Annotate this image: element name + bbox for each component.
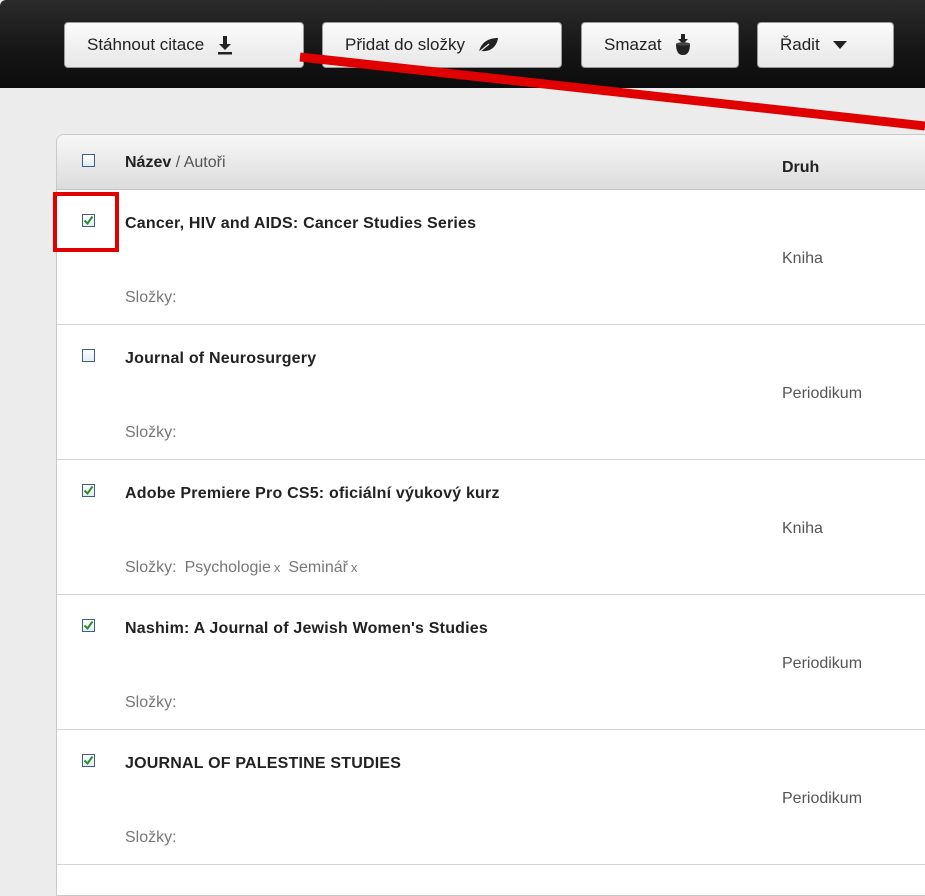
- citation-title[interactable]: Nashim: A Journal of Jewish Women's Stud…: [125, 620, 488, 638]
- authors-column-header[interactable]: Autoři: [184, 154, 226, 171]
- folders-line: Složky:: [125, 424, 177, 442]
- folders-line: Složky: Psychologie x Seminář x: [125, 559, 357, 577]
- row-checkbox[interactable]: [82, 619, 95, 632]
- folders-label: Složky:: [125, 424, 177, 441]
- citation-row: JOURNAL OF PALESTINE STUDIES Periodikum Sl…: [57, 730, 925, 865]
- folders-label: Složky:: [125, 289, 177, 306]
- folder-tag-name: Seminář: [288, 559, 348, 576]
- remove-folder-icon[interactable]: x: [351, 560, 358, 575]
- row-checkbox[interactable]: [82, 754, 95, 767]
- citation-type: Periodikum: [782, 385, 863, 402]
- toolbar: Stáhnout citace Přidat do složky Smazat …: [0, 0, 925, 88]
- list-header: Název / Autoři Druh: [57, 135, 925, 190]
- title-column-header[interactable]: Název: [125, 154, 171, 171]
- citation-row: Cancer, HIV and AIDS: Cancer Studies Ser…: [57, 190, 925, 325]
- sort-label: Řadit: [780, 35, 820, 54]
- leaf-icon: [477, 36, 499, 54]
- citation-title[interactable]: Journal of Neurosurgery: [125, 350, 316, 368]
- citation-title[interactable]: Adobe Premiere Pro CS5: oficiální výukov…: [125, 485, 500, 503]
- download-icon: [216, 35, 234, 55]
- type-column-header[interactable]: Druh: [782, 159, 819, 177]
- folder-tag[interactable]: Seminář x: [288, 559, 357, 576]
- add-to-folder-button[interactable]: Přidat do složky: [322, 22, 562, 68]
- folders-label: Složky:: [125, 559, 177, 576]
- trash-icon: [674, 34, 692, 56]
- title-authors-header[interactable]: Název / Autoři: [125, 154, 226, 172]
- citation-title[interactable]: JOURNAL OF PALESTINE STUDIES: [125, 755, 401, 773]
- caret-down-icon: [832, 40, 848, 50]
- download-citations-label: Stáhnout citace: [87, 35, 205, 54]
- folders-label: Složky:: [125, 694, 177, 711]
- folders-line: Složky:: [125, 694, 177, 712]
- sort-button[interactable]: Řadit: [757, 22, 894, 68]
- folders-line: Složky:: [125, 829, 177, 847]
- citation-type: Periodikum: [782, 790, 863, 807]
- download-citations-button[interactable]: Stáhnout citace: [64, 22, 304, 68]
- folders-label: Složky:: [125, 829, 177, 846]
- delete-button[interactable]: Smazat: [581, 22, 739, 68]
- citations-panel: Název / Autoři Druh Cancer, HIV and AIDS…: [56, 134, 925, 896]
- citation-type: Periodikum: [782, 655, 863, 672]
- citation-title[interactable]: Cancer, HIV and AIDS: Cancer Studies Ser…: [125, 215, 476, 233]
- add-to-folder-label: Přidat do složky: [345, 35, 465, 54]
- citation-row: Adobe Premiere Pro CS5: oficiální výukov…: [57, 460, 925, 595]
- citation-list: Cancer, HIV and AIDS: Cancer Studies Ser…: [57, 190, 925, 865]
- delete-label: Smazat: [604, 35, 662, 54]
- citation-type: Kniha: [782, 520, 823, 537]
- row-checkbox[interactable]: [82, 484, 95, 497]
- row-checkbox[interactable]: [82, 349, 95, 362]
- folders-line: Složky:: [125, 289, 177, 307]
- citation-row: Journal of Neurosurgery Periodikum Složky:: [57, 325, 925, 460]
- folder-tag-name: Psychologie: [184, 559, 271, 576]
- select-all-checkbox[interactable]: [82, 154, 95, 167]
- highlight-box: [53, 192, 119, 252]
- citation-type: Kniha: [782, 250, 823, 267]
- citation-row: Nashim: A Journal of Jewish Women's Stud…: [57, 595, 925, 730]
- remove-folder-icon[interactable]: x: [274, 560, 281, 575]
- folder-tag[interactable]: Psychologie x: [185, 559, 281, 576]
